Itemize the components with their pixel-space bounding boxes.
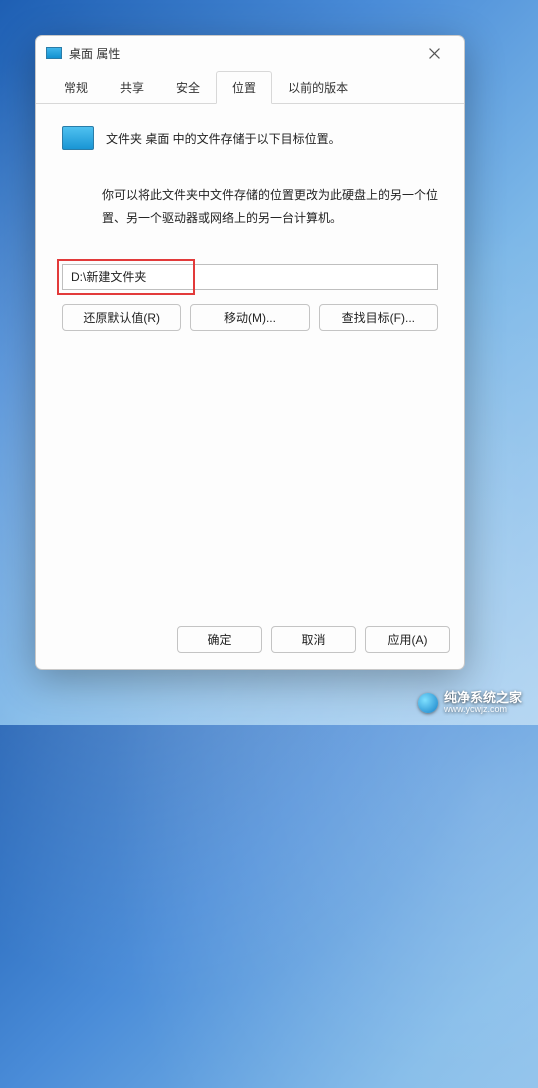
properties-dialog: 桌面 属性 常规 共享 安全 位置 以前的版本 文件夹 桌面 中的文件存储于以下… xyxy=(35,35,465,670)
watermark-logo-icon xyxy=(418,693,438,713)
cancel-button[interactable]: 取消 xyxy=(271,626,356,653)
watermark-name: 纯净系统之家 xyxy=(444,691,522,705)
path-input[interactable] xyxy=(62,264,438,290)
description-text: 你可以将此文件夹中文件存储的位置更改为此硬盘上的另一个位置、另一个驱动器或网络上… xyxy=(102,184,438,230)
tab-security[interactable]: 安全 xyxy=(160,71,216,104)
tab-general[interactable]: 常规 xyxy=(48,71,104,104)
desktop-icon xyxy=(46,47,62,59)
apply-button[interactable]: 应用(A) xyxy=(365,626,450,653)
folder-desktop-icon xyxy=(62,126,94,150)
titlebar[interactable]: 桌面 属性 xyxy=(36,36,464,70)
watermark: 纯净系统之家 www.ycwjz.com xyxy=(418,691,522,715)
find-target-button[interactable]: 查找目标(F)... xyxy=(319,304,438,331)
dialog-footer: 确定 取消 应用(A) xyxy=(36,614,464,669)
watermark-text: 纯净系统之家 www.ycwjz.com xyxy=(444,691,522,715)
info-row: 文件夹 桌面 中的文件存储于以下目标位置。 xyxy=(62,126,438,150)
tab-location[interactable]: 位置 xyxy=(216,71,272,104)
window-title: 桌面 属性 xyxy=(69,45,412,62)
tab-sharing[interactable]: 共享 xyxy=(104,71,160,104)
close-button[interactable] xyxy=(412,38,456,68)
tab-bar: 常规 共享 安全 位置 以前的版本 xyxy=(36,70,464,104)
info-text: 文件夹 桌面 中的文件存储于以下目标位置。 xyxy=(106,130,341,147)
action-button-row: 还原默认值(R) 移动(M)... 查找目标(F)... xyxy=(62,304,438,331)
watermark-url: www.ycwjz.com xyxy=(444,705,522,715)
tab-previous-versions[interactable]: 以前的版本 xyxy=(272,71,364,104)
path-field-wrap xyxy=(62,264,438,290)
tab-content: 文件夹 桌面 中的文件存储于以下目标位置。 你可以将此文件夹中文件存储的位置更改… xyxy=(36,104,464,614)
move-button[interactable]: 移动(M)... xyxy=(190,304,309,331)
close-icon xyxy=(429,48,440,59)
restore-default-button[interactable]: 还原默认值(R) xyxy=(62,304,181,331)
ok-button[interactable]: 确定 xyxy=(177,626,262,653)
